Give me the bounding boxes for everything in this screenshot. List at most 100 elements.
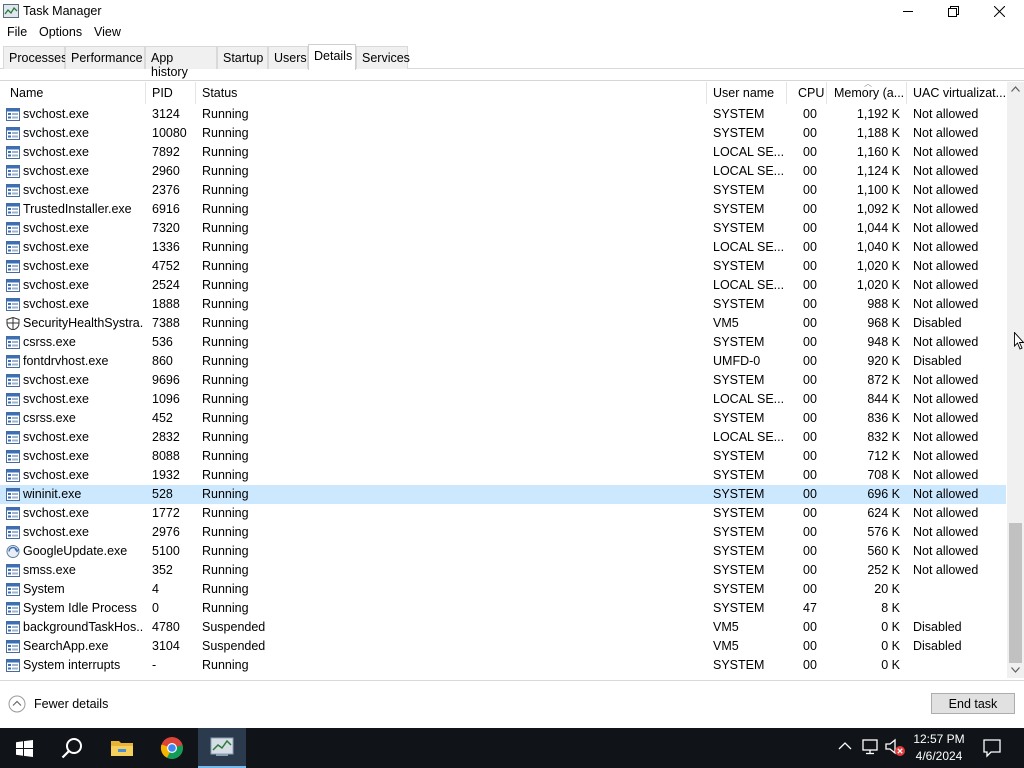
pid-cell: 3104 [152, 639, 180, 653]
process-row[interactable]: svchost.exe 4752 Running SYSTEM 00 1,020 K Not… [0, 257, 1006, 276]
user-name-cell: LOCAL SE... [713, 392, 785, 406]
scroll-up-icon[interactable] [1011, 86, 1020, 92]
column-header-user-name[interactable]: User name [713, 82, 774, 104]
tab-startup[interactable]: Startup [217, 46, 268, 69]
start-button[interactable] [0, 728, 48, 768]
process-row[interactable]: svchost.exe 2524 Running LOCAL SE... 00 1,020… [0, 276, 1006, 295]
process-row[interactable]: svchost.exe 1888 Running SYSTEM 00 988 K Not a… [0, 295, 1006, 314]
status-cell: Running [202, 126, 249, 140]
memory-cell: 624 K [867, 506, 900, 520]
tab-services[interactable]: Services [356, 46, 410, 69]
column-divider[interactable] [706, 82, 707, 104]
process-row[interactable]: svchost.exe 8088 Running SYSTEM 00 712 K Not a… [0, 447, 1006, 466]
user-name-cell: SYSTEM [713, 487, 765, 501]
process-row[interactable]: svchost.exe 9696 Running SYSTEM 00 872 K Not a… [0, 371, 1006, 390]
process-row[interactable]: svchost.exe 7892 Running LOCAL SE... 00 1,160… [0, 143, 1006, 162]
process-row[interactable]: svchost.exe 2376 Running SYSTEM 00 1,100 K Not… [0, 181, 1006, 200]
process-name-cell: svchost.exe [23, 240, 90, 254]
memory-cell: 1,160 K [856, 145, 900, 159]
volume-muted-icon[interactable] [884, 737, 906, 757]
uac-cell: Not allowed [913, 259, 979, 273]
tab-app-history[interactable]: App history [145, 46, 217, 79]
process-row[interactable]: svchost.exe 1932 Running SYSTEM 00 708 K Not a… [0, 466, 1006, 485]
pid-cell: 7892 [152, 145, 180, 159]
process-row[interactable]: backgroundTaskHos... 4780 Suspended VM5 00 0 … [0, 618, 1006, 637]
process-row[interactable]: svchost.exe 2832 Running LOCAL SE... 00 832 K… [0, 428, 1006, 447]
process-row[interactable]: SecurityHealthSystra... 7388 Running VM5 00 9… [0, 314, 1006, 333]
column-header-status[interactable]: Status [202, 82, 237, 104]
process-row[interactable]: svchost.exe 1336 Running LOCAL SE... 00 1,040… [0, 238, 1006, 257]
uac-cell: Not allowed [913, 449, 979, 463]
notifications-icon[interactable] [982, 738, 1002, 758]
column-divider[interactable] [786, 82, 787, 104]
user-name-cell: SYSTEM [713, 449, 765, 463]
process-name-cell: fontdrvhost.exe [23, 354, 109, 368]
close-button[interactable] [976, 0, 1022, 22]
process-row[interactable]: GoogleUpdate.exe 5100 Running SYSTEM 00 560 K… [0, 542, 1006, 561]
taskbar-task-manager[interactable] [198, 728, 246, 768]
user-name-cell: LOCAL SE... [713, 240, 785, 254]
menu-file[interactable]: File [7, 25, 27, 39]
cpu-cell: 00 [803, 487, 817, 501]
column-header-uac[interactable]: UAC virtualizat... [913, 82, 1006, 104]
process-row[interactable]: svchost.exe 7320 Running SYSTEM 00 1,044 K Not… [0, 219, 1006, 238]
process-row[interactable]: System interrupts - Running SYSTEM 00 0 K [0, 656, 1006, 675]
minimize-button[interactable] [885, 0, 931, 22]
column-divider[interactable] [906, 82, 907, 104]
tab-performance[interactable]: Performance [65, 46, 145, 69]
taskbar-search-button[interactable] [48, 728, 96, 768]
process-row[interactable]: svchost.exe 10080 Running SYSTEM 00 1,188 K No… [0, 124, 1006, 143]
process-row[interactable]: System 4 Running SYSTEM 00 20 K [0, 580, 1006, 599]
end-task-button[interactable]: End task [931, 693, 1015, 714]
process-row[interactable]: csrss.exe 452 Running SYSTEM 00 836 K Not allo… [0, 409, 1006, 428]
menu-options[interactable]: Options [39, 25, 82, 39]
taskbar-file-explorer[interactable] [98, 728, 146, 768]
pid-cell: 1096 [152, 392, 180, 406]
column-divider[interactable] [145, 82, 146, 104]
process-row[interactable]: wininit.exe 528 Running SYSTEM 00 696 K Not al… [0, 485, 1006, 504]
process-row[interactable]: svchost.exe 2976 Running SYSTEM 00 576 K Not a… [0, 523, 1006, 542]
process-row[interactable]: smss.exe 352 Running SYSTEM 00 252 K Not allow… [0, 561, 1006, 580]
uac-cell: Not allowed [913, 145, 979, 159]
status-cell: Running [202, 411, 249, 425]
service-icon [6, 450, 20, 463]
process-name-cell: backgroundTaskHos... [23, 620, 143, 634]
memory-cell: 988 K [867, 297, 900, 311]
memory-cell: 20 K [874, 582, 900, 596]
menu-view[interactable]: View [94, 25, 121, 39]
tab-processes[interactable]: Processes [3, 46, 67, 69]
memory-cell: 1,100 K [856, 183, 900, 197]
column-header-cpu[interactable]: CPU [798, 82, 824, 104]
memory-cell: 920 K [867, 354, 900, 368]
column-header-name[interactable]: Name [10, 82, 43, 104]
process-row[interactable]: svchost.exe 1772 Running SYSTEM 00 624 K Not a… [0, 504, 1006, 523]
process-row[interactable]: System Idle Process 0 Running SYSTEM 47 8 K [0, 599, 1006, 618]
process-row[interactable]: svchost.exe 2960 Running LOCAL SE... 00 1,124… [0, 162, 1006, 181]
uac-cell: Not allowed [913, 126, 979, 140]
memory-cell: 708 K [867, 468, 900, 482]
column-header-memory[interactable]: Memory (a... [834, 82, 904, 104]
uac-cell: Disabled [913, 316, 962, 330]
process-row[interactable]: SearchApp.exe 3104 Suspended VM5 00 0 K Disabl… [0, 637, 1006, 656]
column-divider[interactable] [826, 82, 827, 104]
taskbar-chrome[interactable] [148, 728, 196, 768]
tab-details[interactable]: Details [308, 44, 356, 70]
process-row[interactable]: svchost.exe 1096 Running LOCAL SE... 00 844 K… [0, 390, 1006, 409]
status-cell: Running [202, 354, 249, 368]
process-row[interactable]: svchost.exe 3124 Running SYSTEM 00 1,192 K Not… [0, 105, 1006, 124]
network-icon[interactable] [862, 738, 880, 756]
scrollbar-thumb[interactable] [1009, 523, 1022, 663]
column-divider[interactable] [195, 82, 196, 104]
process-row[interactable]: csrss.exe 536 Running SYSTEM 00 948 K Not allo… [0, 333, 1006, 352]
process-name-cell: svchost.exe [23, 525, 90, 539]
scroll-down-icon[interactable] [1011, 667, 1020, 673]
restore-button[interactable] [930, 0, 976, 22]
tab-users[interactable]: Users [268, 46, 308, 69]
process-row[interactable]: fontdrvhost.exe 860 Running UMFD-0 00 920 K Di… [0, 352, 1006, 371]
process-row[interactable]: TrustedInstaller.exe 6916 Running SYSTEM 00 1… [0, 200, 1006, 219]
taskbar-clock[interactable]: 12:57 PM 4/6/2024 [904, 731, 974, 765]
column-header-pid[interactable]: PID [152, 82, 173, 104]
fewer-details-button[interactable]: Fewer details [8, 694, 108, 714]
show-hidden-icons-chevron-icon[interactable] [838, 741, 852, 751]
service-icon [6, 241, 20, 254]
